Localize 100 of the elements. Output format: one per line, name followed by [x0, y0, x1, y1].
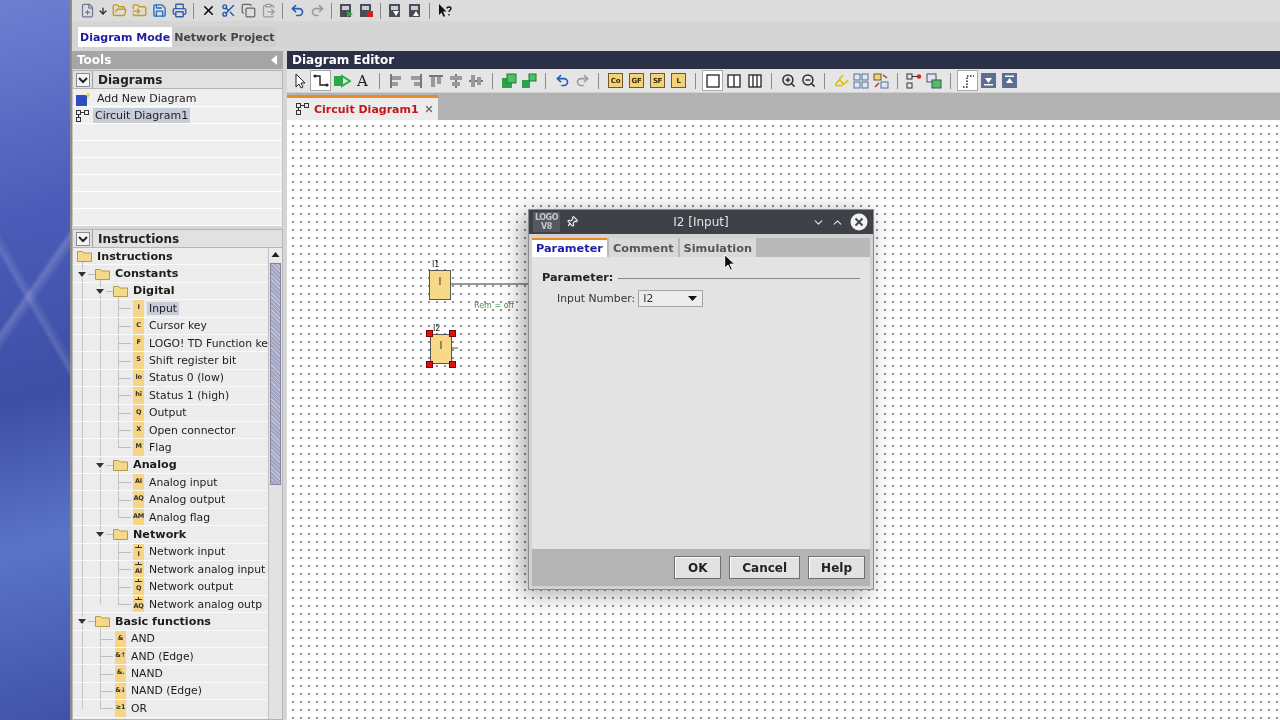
tree-item[interactable]: AND [129, 632, 157, 646]
copy-icon[interactable] [240, 3, 256, 18]
tree-item[interactable]: Network [131, 527, 189, 541]
mode-tab[interactable]: Network Project [172, 27, 277, 47]
screen-play-icon[interactable] [338, 3, 354, 18]
mouse-pointer-icon [724, 254, 736, 271]
tree-item[interactable]: Analog output [147, 493, 228, 507]
block-name: I2 [433, 324, 441, 333]
overlapping-windows-icon[interactable] [926, 72, 942, 89]
expand-arrow-icon[interactable] [96, 530, 104, 539]
scrollbar[interactable] [268, 248, 282, 719]
tree-item[interactable]: Shift register bit [147, 354, 239, 368]
tree-item[interactable]: Network analog input [147, 562, 268, 576]
diagram-item[interactable]: Circuit Diagram1 [93, 108, 191, 123]
save-icon[interactable] [151, 3, 167, 18]
expand-arrow-icon[interactable] [78, 269, 86, 278]
tree-item[interactable]: Analog flag [147, 510, 212, 524]
circuit-icon [296, 103, 309, 115]
scroll-up-icon[interactable] [269, 248, 282, 262]
dialog-button[interactable]: Cancel [729, 556, 801, 579]
mode-tab[interactable]: Diagram Mode [78, 27, 173, 47]
block-swap-icon[interactable] [873, 72, 889, 89]
tool-button[interactable]: A [352, 70, 373, 91]
tree-item[interactable]: Analog input [147, 475, 220, 489]
dialog-button[interactable]: OK [674, 556, 722, 579]
tree-item[interactable]: Network output [147, 580, 236, 594]
arrow-down-icon[interactable] [98, 5, 108, 16]
tree-item[interactable]: Output [147, 406, 189, 420]
connection-line [452, 347, 458, 349]
selection-handle-icon[interactable] [426, 330, 433, 337]
screen-download-icon[interactable] [387, 3, 403, 18]
tree-item[interactable]: OR [129, 701, 149, 715]
tree-item[interactable]: Analog [131, 458, 179, 472]
cut-icon[interactable] [220, 3, 236, 18]
folder-icon [113, 458, 128, 471]
tree-item[interactable]: Network input [147, 545, 228, 559]
close-icon[interactable] [850, 213, 868, 231]
tree-item[interactable]: Digital [131, 284, 177, 298]
logo-text: LOGO [535, 213, 558, 222]
selection-handle-icon[interactable] [449, 361, 456, 368]
logo-text: V8 [541, 222, 552, 231]
tree-item[interactable]: Flag [147, 441, 174, 454]
screen-stop-icon[interactable] [358, 3, 374, 18]
close-icon[interactable] [423, 104, 434, 114]
document-tab[interactable]: Circuit Diagram1 [287, 95, 438, 120]
folder-icon [113, 528, 128, 541]
zoom-out-icon[interactable] [800, 73, 816, 88]
tree-item[interactable]: Instructions [95, 249, 175, 263]
align-center-icon[interactable] [448, 72, 464, 89]
new-diagram-icon [76, 91, 91, 106]
expand-arrow-icon[interactable] [96, 286, 104, 295]
scrollbar-thumb[interactable] [270, 263, 281, 485]
grid-icon[interactable] [853, 72, 869, 89]
chevron-down-icon[interactable] [76, 231, 90, 246]
selection-handle-icon[interactable] [449, 330, 456, 337]
expand-arrow-icon[interactable] [96, 460, 104, 469]
dialog-tab[interactable]: Simulation [679, 238, 756, 257]
tree-item[interactable]: Basic functions [113, 614, 214, 628]
caret-icon [688, 296, 698, 301]
undo-icon[interactable] [289, 3, 305, 18]
section-header[interactable]: Diagrams [72, 70, 283, 89]
panel-title: Tools [77, 53, 112, 67]
group-icon[interactable] [501, 72, 517, 89]
tree-item[interactable]: NAND (Edge) [129, 684, 204, 698]
dialog-tab[interactable]: Parameter [532, 238, 607, 257]
input-number-dropdown[interactable]: I2 [638, 290, 704, 307]
align-top-icon[interactable] [428, 72, 444, 89]
align-middle-icon[interactable] [468, 72, 484, 89]
dialog-tab[interactable]: Comment [608, 238, 678, 257]
selection-handle-icon[interactable] [426, 361, 433, 368]
function-block[interactable]: I [430, 334, 452, 364]
expand-arrow-icon[interactable] [78, 617, 86, 626]
folder-icon [113, 284, 128, 297]
zoom-in-icon[interactable] [780, 73, 796, 88]
section-header[interactable]: Instructions [72, 229, 283, 248]
dialog-title: I2 [Input] [672, 215, 730, 229]
tree-item[interactable]: Cursor key [147, 319, 209, 333]
block-diagram-icon[interactable] [906, 72, 922, 89]
ungroup-icon[interactable] [521, 72, 537, 89]
undo-icon[interactable] [554, 73, 570, 88]
screen-upload-icon[interactable] [407, 3, 423, 18]
help-pointer-icon[interactable] [436, 3, 452, 18]
tree-item[interactable]: NAND [129, 667, 165, 681]
print-icon[interactable] [171, 3, 187, 18]
align-left-icon[interactable] [388, 72, 404, 89]
tree-item[interactable]: Status 0 (low) [147, 371, 226, 385]
tree-item[interactable]: Input [147, 301, 179, 315]
editor-title: Diagram Editor [287, 51, 1280, 69]
tree-item[interactable]: Open connector [147, 423, 238, 437]
tree-item[interactable]: LOGO! TD Function ke [147, 336, 268, 350]
diagram-item[interactable]: Add New Diagram [95, 91, 199, 106]
function-block[interactable]: I [429, 270, 451, 300]
dialog-button[interactable]: Help [808, 556, 865, 579]
tree-item[interactable]: Network analog outp [147, 597, 264, 611]
circuit-icon [76, 109, 89, 122]
tree-item[interactable]: AND (Edge) [129, 649, 196, 663]
align-right-icon[interactable] [408, 72, 424, 89]
tree-item[interactable]: Constants [113, 267, 181, 281]
chevron-down-icon[interactable] [76, 72, 90, 87]
tree-item[interactable]: Status 1 (high) [147, 388, 232, 402]
